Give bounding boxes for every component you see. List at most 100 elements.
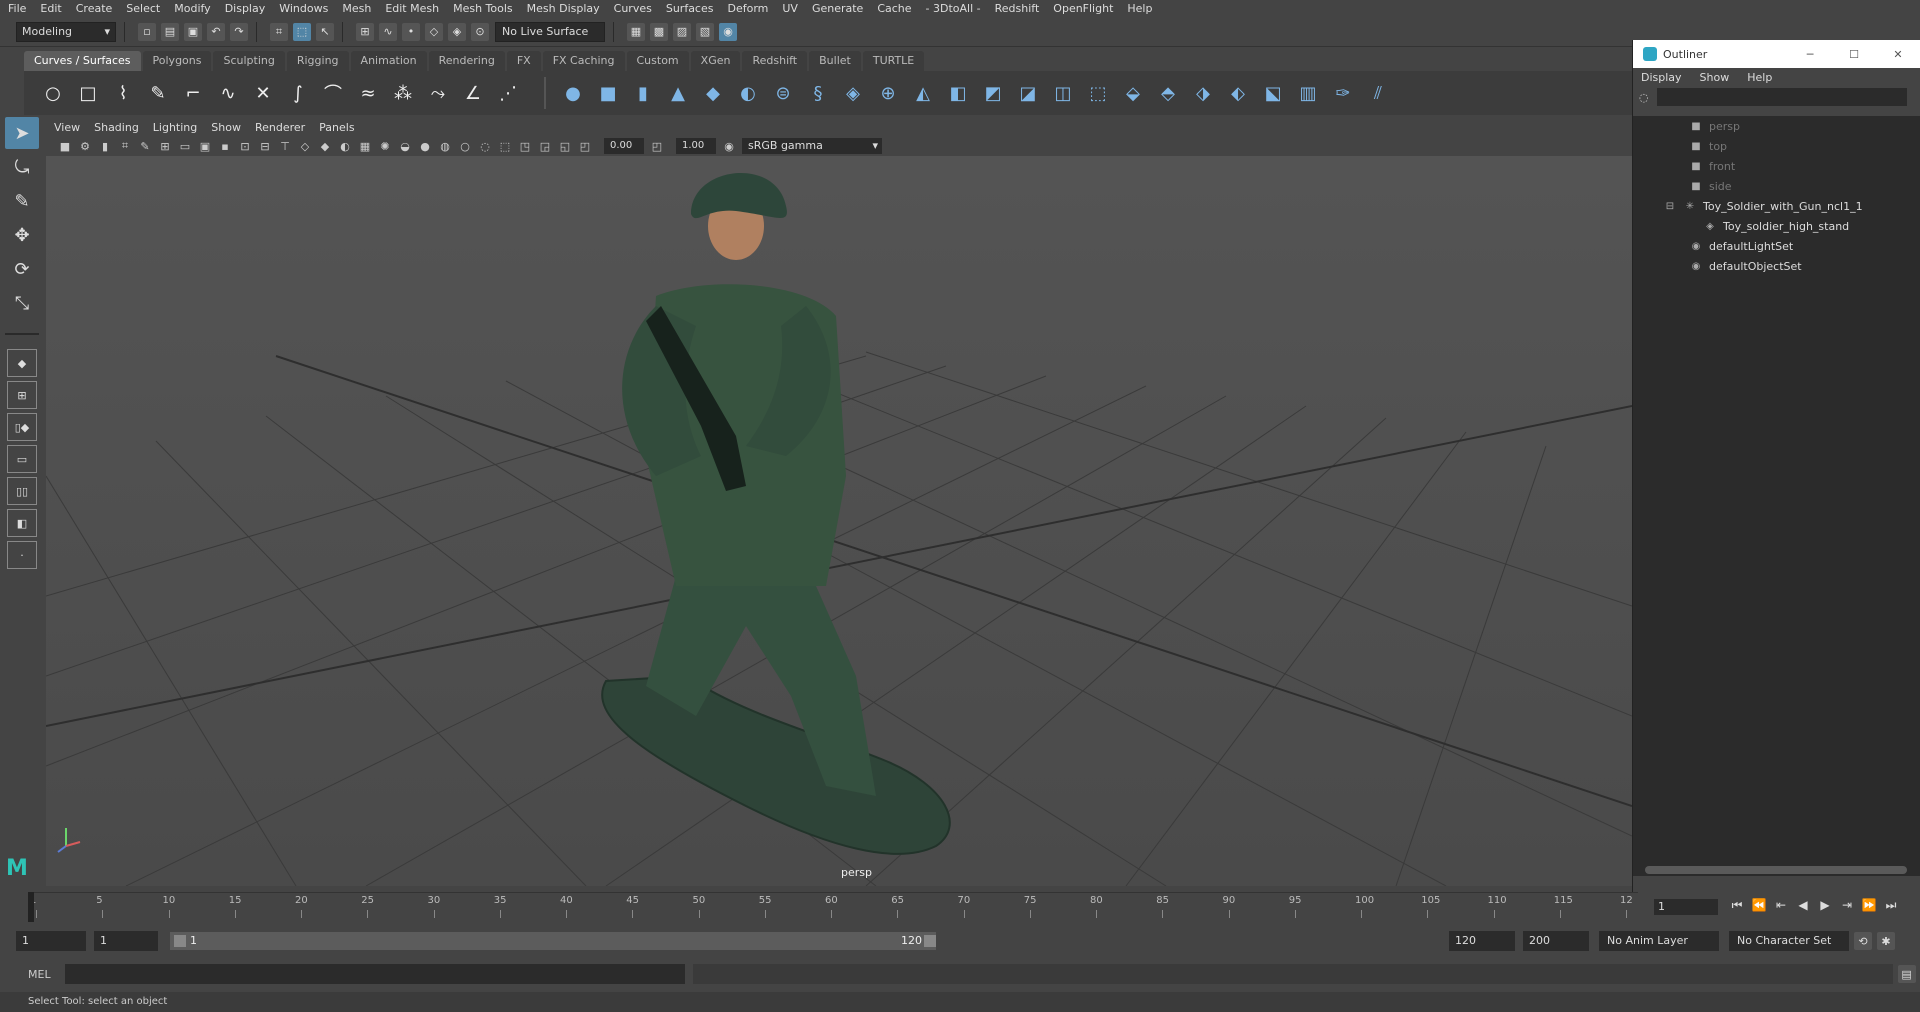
outliner-menu-help[interactable]: Help xyxy=(1747,71,1772,84)
menu-item-edit-mesh[interactable]: Edit Mesh xyxy=(385,2,439,15)
smooth-shade-icon[interactable]: ◆ xyxy=(318,139,332,153)
shelf-tab-rendering[interactable]: Rendering xyxy=(428,51,505,71)
menu-item-redshift[interactable]: Redshift xyxy=(995,2,1040,15)
persp-graph-layout-icon[interactable]: ▭ xyxy=(7,445,37,473)
shelf-tab-turtle[interactable]: TURTLE xyxy=(862,51,925,71)
outliner-item[interactable]: ■ front xyxy=(1633,156,1920,176)
shelf-tab-xgen[interactable]: XGen xyxy=(690,51,741,71)
command-input[interactable] xyxy=(64,964,685,984)
step-forward-frame-icon[interactable]: ⏩ xyxy=(1858,898,1880,913)
detach-surface-icon[interactable]: ⬖ xyxy=(1225,80,1251,106)
lasso-tool-icon[interactable]: ⤿ xyxy=(5,151,39,183)
wireframe-icon[interactable]: ◇ xyxy=(298,139,312,153)
ambient-occlusion-icon[interactable]: ● xyxy=(418,139,432,153)
trim-icon[interactable]: ⬙ xyxy=(1120,80,1146,106)
intersect-icon[interactable]: ◫ xyxy=(1050,80,1076,106)
nurbs-square-icon[interactable]: □ xyxy=(75,80,101,106)
shelf-tab-animation[interactable]: Animation xyxy=(350,51,427,71)
outliner-menu-show[interactable]: Show xyxy=(1700,71,1730,84)
select-tool-icon[interactable]: ➤ xyxy=(5,117,39,149)
image-plane-icon[interactable]: ⌗ xyxy=(118,139,132,153)
menu-item-surfaces[interactable]: Surfaces xyxy=(666,2,714,15)
menu-item-select[interactable]: Select xyxy=(126,2,160,15)
exposure-field[interactable]: 0.00 xyxy=(604,138,644,154)
loft-icon[interactable]: § xyxy=(805,80,831,106)
save-scene-icon[interactable]: ▣ xyxy=(184,22,202,41)
gamma-icon[interactable]: ◰ xyxy=(650,139,664,153)
go-to-end-icon[interactable]: ⏭ xyxy=(1880,898,1902,913)
attach-curve-icon[interactable]: ∫ xyxy=(285,80,311,106)
xray-active-icon[interactable]: ◱ xyxy=(558,139,572,153)
live-surface-field[interactable]: No Live Surface xyxy=(495,21,605,42)
nurbs-plane-icon[interactable]: ◆ xyxy=(700,80,726,106)
menu-item--3dtoall-[interactable]: - 3DtoAll - xyxy=(926,2,981,15)
paint-select-icon[interactable]: ✎ xyxy=(5,185,39,217)
isolate-select-icon[interactable]: ⬚ xyxy=(498,139,512,153)
menu-item-openflight[interactable]: OpenFlight xyxy=(1053,2,1113,15)
outliner-item[interactable]: ■ persp xyxy=(1633,116,1920,136)
revolve-icon[interactable]: ⊜ xyxy=(770,80,796,106)
shelf-tab-fx-caching[interactable]: FX Caching xyxy=(542,51,625,71)
motion-blur-icon[interactable]: ◍ xyxy=(438,139,452,153)
sculpt-surface-icon[interactable]: ✑ xyxy=(1330,80,1356,106)
go-to-start-icon[interactable]: ⏮ xyxy=(1726,898,1748,913)
square-surface-icon[interactable]: ◩ xyxy=(980,80,1006,106)
outliner-item[interactable]: ◈ Toy_soldier_high_stand xyxy=(1633,216,1920,236)
layout-options-icon[interactable]: · xyxy=(7,541,37,569)
menu-item-deform[interactable]: Deform xyxy=(727,2,768,15)
project-surface-icon[interactable]: ⬚ xyxy=(1085,80,1111,106)
pencil-curve-icon[interactable]: ✎ xyxy=(145,80,171,106)
redo-icon[interactable]: ↷ xyxy=(230,22,248,41)
gate-mask-icon[interactable]: ▪ xyxy=(218,139,232,153)
nurbs-cylinder-icon[interactable]: ▮ xyxy=(630,80,656,106)
menu-item-file[interactable]: File xyxy=(8,2,26,15)
planar-icon[interactable]: ◈ xyxy=(840,80,866,106)
select-component-icon[interactable]: ↖ xyxy=(316,22,334,41)
panel-menu-lighting[interactable]: Lighting xyxy=(153,121,197,134)
persp-outliner-layout-icon[interactable]: ▯◆ xyxy=(7,413,37,441)
snap-surface-icon[interactable]: ◇ xyxy=(425,22,443,41)
minimize-icon[interactable]: ─ xyxy=(1788,48,1832,61)
current-frame-field[interactable]: 1 xyxy=(1654,899,1718,915)
outliner-scrollbar[interactable] xyxy=(1645,866,1907,874)
offset-curve-icon[interactable]: ≈ xyxy=(355,80,381,106)
open-scene-icon[interactable]: ▤ xyxy=(161,22,179,41)
resolution-gate-icon[interactable]: ▣ xyxy=(198,139,212,153)
shelf-tab-fx[interactable]: FX xyxy=(506,51,541,71)
untrim-icon[interactable]: ⬘ xyxy=(1155,80,1181,106)
lights-icon[interactable]: ✺ xyxy=(378,139,392,153)
bezier-curve-icon[interactable]: ∿ xyxy=(215,80,241,106)
uv-editor-layout-icon[interactable]: ◧ xyxy=(7,509,37,537)
outliner-item[interactable]: ⊟ ✳ Toy_Soldier_with_Gun_ncl1_1 xyxy=(1633,196,1920,216)
shelf-tab-redshift[interactable]: Redshift xyxy=(742,51,808,71)
time-slider[interactable]: 1510152025303540455055606570758085909510… xyxy=(0,892,1920,922)
attach-surface-icon[interactable]: ⬗ xyxy=(1190,80,1216,106)
render-settings-icon[interactable]: ▦ xyxy=(627,22,645,41)
hypershade-icon[interactable]: ◉ xyxy=(719,22,737,41)
nurbs-cone-icon[interactable]: ▲ xyxy=(665,80,691,106)
outliner-search-input[interactable] xyxy=(1656,88,1907,106)
extend-curve-icon[interactable]: ⤳ xyxy=(425,80,451,106)
camera-tools-icon[interactable]: ⚙ xyxy=(78,139,92,153)
filter-icon[interactable]: ◌ xyxy=(1639,91,1649,104)
playback-start-field[interactable]: 1 xyxy=(94,931,158,951)
hypershade-layout-icon[interactable]: ▯▯ xyxy=(7,477,37,505)
menu-item-help[interactable]: Help xyxy=(1127,2,1152,15)
field-chart-icon[interactable]: ⊡ xyxy=(238,139,252,153)
depth-of-field-icon[interactable]: ◌ xyxy=(478,139,492,153)
new-scene-icon[interactable]: ▫ xyxy=(138,22,156,41)
nurbs-cube-icon[interactable]: ■ xyxy=(595,80,621,106)
undo-icon[interactable]: ↶ xyxy=(207,22,225,41)
panel-menu-show[interactable]: Show xyxy=(211,121,241,134)
render-view-icon[interactable]: ▧ xyxy=(696,22,714,41)
four-view-layout-icon[interactable]: ⊞ xyxy=(7,381,37,409)
shelf-tab-polygons[interactable]: Polygons xyxy=(142,51,212,71)
menu-item-modify[interactable]: Modify xyxy=(174,2,210,15)
outliner-item[interactable]: ◉ defaultLightSet xyxy=(1633,236,1920,256)
character-set-select[interactable]: No Character Set xyxy=(1729,931,1849,951)
fillet-curve-icon[interactable]: ∠ xyxy=(460,80,486,106)
menu-item-edit[interactable]: Edit xyxy=(40,2,61,15)
bevel-icon[interactable]: ◪ xyxy=(1015,80,1041,106)
shelf-tab-custom[interactable]: Custom xyxy=(626,51,689,71)
shelf-tab-sculpting[interactable]: Sculpting xyxy=(213,51,285,71)
